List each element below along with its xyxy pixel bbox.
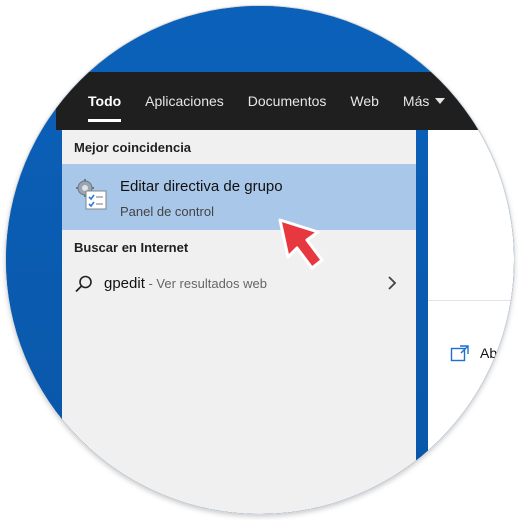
best-match-result[interactable]: Editar directiva de grupo Panel de contr… <box>62 164 416 230</box>
tab-aplicaciones[interactable]: Aplicaciones <box>133 72 236 130</box>
preview-pane: Abri <box>428 130 514 514</box>
red-arrow-pointer-icon <box>278 218 324 270</box>
tab-todo[interactable]: Todo <box>76 72 133 130</box>
web-search-query: gpedit <box>104 275 145 292</box>
tab-documentos[interactable]: Documentos <box>236 72 339 130</box>
web-search-result[interactable]: gpedit - Ver resultados web <box>62 266 416 302</box>
best-match-title: Editar directiva de grupo <box>120 178 283 195</box>
tab-label: Más <box>402 93 430 109</box>
zoom-circle: Todo Aplicaciones Documentos Web Más Mej… <box>6 6 514 514</box>
best-match-subtitle: Panel de control <box>120 204 214 219</box>
tab-web[interactable]: Web <box>338 72 391 130</box>
open-action[interactable]: Abri <box>450 344 505 362</box>
tab-mas[interactable]: Más <box>391 72 457 130</box>
search-icon <box>75 275 92 293</box>
group-policy-editor-icon <box>76 179 107 210</box>
tab-label: Todo <box>88 93 122 109</box>
tab-label: Documentos <box>247 93 327 109</box>
divider <box>428 300 514 301</box>
web-search-text: gpedit - Ver resultados web <box>104 275 267 292</box>
best-match-heading: Mejor coincidencia <box>74 140 192 155</box>
caret-down-icon <box>435 98 446 104</box>
tab-label: Aplicaciones <box>145 93 224 109</box>
web-search-heading: Buscar en Internet <box>74 240 189 255</box>
open-window-icon <box>450 345 469 362</box>
results-pane: Mejor coincidencia Editar directiva de g… <box>62 130 416 514</box>
web-search-suffix: - Ver resultados web <box>144 276 267 291</box>
chevron-right-icon[interactable] <box>386 275 398 291</box>
tab-label: Web <box>350 93 379 109</box>
search-tabs-bar: Todo Aplicaciones Documentos Web Más <box>56 72 514 130</box>
open-label: Abri <box>480 345 505 361</box>
